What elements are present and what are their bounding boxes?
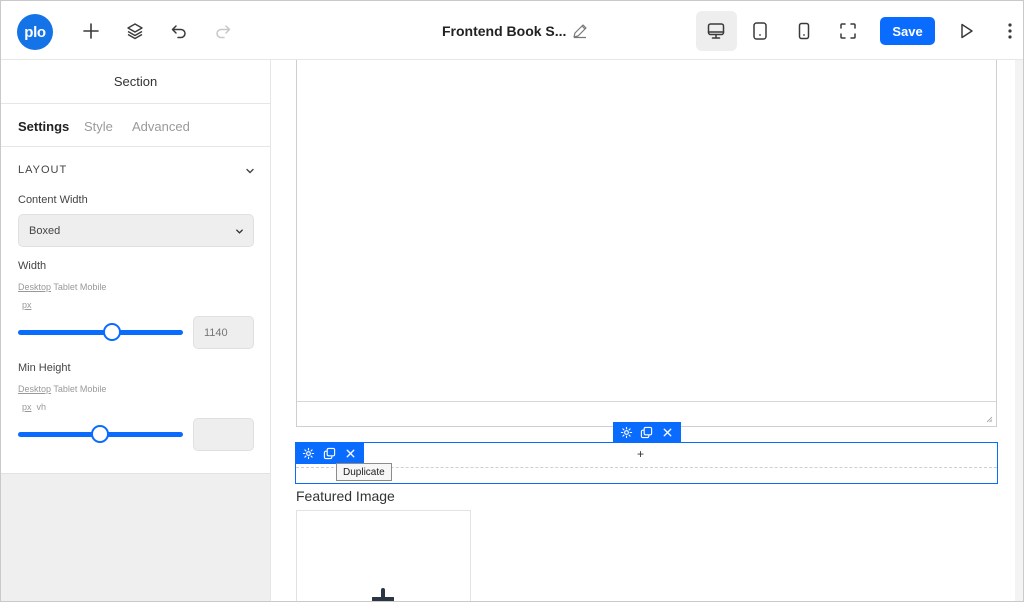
chevron-down-icon	[234, 226, 245, 237]
gear-icon[interactable]	[301, 446, 317, 462]
content-width-label: Content Width	[18, 194, 88, 206]
min-height-slider-thumb[interactable]	[91, 425, 109, 443]
min-height-unit-switcher: px vh	[22, 402, 46, 412]
redo-icon[interactable]	[209, 17, 237, 45]
close-icon[interactable]	[660, 425, 676, 441]
unit-vh-link[interactable]: vh	[37, 402, 47, 412]
selected-row[interactable]: +	[295, 442, 998, 484]
duplicate-icon[interactable]	[639, 425, 655, 441]
undo-icon[interactable]	[165, 17, 193, 45]
add-image-icon[interactable]	[372, 588, 394, 602]
canvas-scrollbar[interactable]	[1015, 60, 1023, 601]
container-divider	[297, 401, 996, 402]
width-label: Width	[18, 260, 47, 272]
row-dashed-divider	[296, 467, 997, 468]
add-element-button[interactable]: +	[637, 447, 644, 461]
device-tablet-link[interactable]: Tablet	[53, 282, 77, 292]
width-unit-switcher: px	[22, 300, 32, 310]
featured-image-label: Featured Image	[296, 488, 395, 504]
device-mobile-link[interactable]: Mobile	[80, 282, 107, 292]
fullscreen-icon[interactable]	[834, 17, 862, 45]
layout-section-title[interactable]: LAYOUT	[18, 164, 67, 176]
min-height-input[interactable]	[193, 418, 254, 451]
save-button[interactable]: Save	[880, 17, 935, 45]
plus-icon[interactable]	[77, 17, 105, 45]
layers-icon[interactable]	[121, 17, 149, 45]
min-height-label: Min Height	[18, 362, 71, 374]
width-slider-track[interactable]	[18, 330, 183, 335]
tab-style[interactable]: Style	[84, 119, 113, 134]
device-mobile-link[interactable]: Mobile	[80, 384, 107, 394]
tab-settings[interactable]: Settings	[18, 119, 69, 134]
unit-px-link[interactable]: px	[22, 300, 32, 310]
min-height-device-switcher: Desktop Tablet Mobile	[18, 384, 106, 394]
settings-sidebar: Section Settings Style Advanced LAYOUT C…	[1, 60, 271, 601]
mobile-icon[interactable]	[790, 17, 818, 45]
tab-advanced[interactable]: Advanced	[132, 119, 190, 134]
width-device-switcher: Desktop Tablet Mobile	[18, 282, 106, 292]
width-input[interactable]: 1140	[193, 316, 254, 349]
resize-handle-icon[interactable]	[986, 416, 993, 423]
duplicate-tooltip: Duplicate	[336, 463, 392, 481]
device-desktop-link[interactable]: Desktop	[18, 384, 51, 394]
close-icon[interactable]	[343, 446, 359, 462]
gear-icon[interactable]	[618, 425, 634, 441]
settings-tabs: Settings Style Advanced	[1, 104, 270, 147]
more-vertical-icon[interactable]	[996, 17, 1023, 45]
document-title: Frontend Book S...	[442, 23, 567, 39]
duplicate-icon[interactable]	[322, 446, 338, 462]
tablet-icon[interactable]	[746, 17, 774, 45]
chevron-down-icon[interactable]	[244, 164, 256, 176]
content-width-value: Boxed	[29, 224, 61, 237]
desktop-icon[interactable]	[702, 17, 730, 45]
sidebar-empty-area	[1, 473, 270, 601]
content-width-select[interactable]: Boxed	[18, 214, 254, 247]
panel-title: Section	[1, 60, 270, 104]
width-slider-thumb[interactable]	[103, 323, 121, 341]
unit-px-link[interactable]: px	[22, 402, 32, 412]
app-logo[interactable]: plo	[17, 14, 53, 50]
editor-window: plo Frontend Book S... Save Section Sett…	[0, 0, 1024, 602]
play-icon[interactable]	[952, 17, 980, 45]
row-toolbar	[295, 443, 364, 464]
device-tablet-link[interactable]: Tablet	[53, 384, 77, 394]
device-desktop-link[interactable]: Desktop	[18, 282, 51, 292]
pencil-icon[interactable]	[571, 22, 589, 40]
content-container[interactable]	[296, 60, 997, 427]
top-toolbar: plo Frontend Book S... Save	[1, 1, 1023, 60]
section-toolbar	[613, 422, 681, 443]
